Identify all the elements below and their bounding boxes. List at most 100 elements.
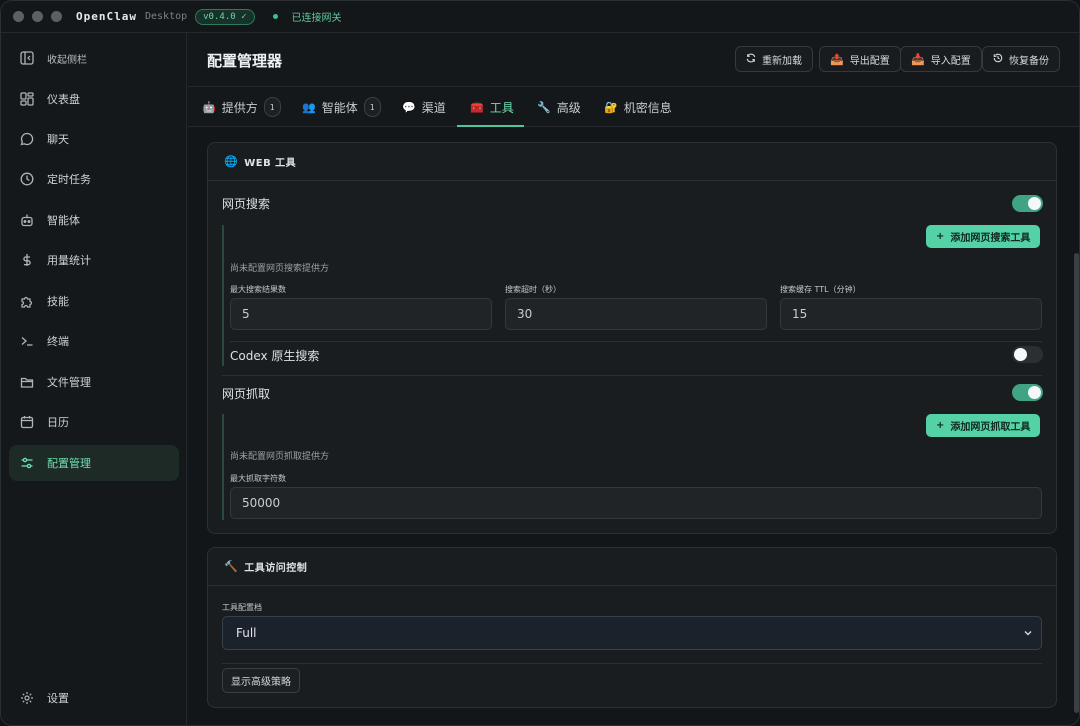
web-search-label: 网页搜索 (222, 197, 271, 211)
sidebar-item-config[interactable]: 配置管理 (9, 445, 179, 481)
sidebar-item-label: 配置管理 (47, 457, 91, 470)
sidebar-item-label: 技能 (47, 295, 69, 308)
sidebar-item-scheduled-tasks[interactable]: 定时任务 (9, 161, 179, 197)
tool-profile-label: 工具配置档 (222, 603, 262, 612)
reload-button[interactable]: 重新加载 (735, 46, 813, 72)
sliders-icon (19, 455, 35, 471)
toggle-knob (1014, 348, 1027, 361)
sidebar-item-terminal[interactable]: 终端 (9, 323, 179, 359)
sidebar-item-agents[interactable]: 智能体 (9, 202, 179, 238)
speech-bubble-icon: 💬 (402, 100, 416, 114)
access-control-title: 工具访问控制 (244, 563, 308, 574)
tab-content: 🌐 WEB 工具 网页搜索 + 添加网页搜索工具 尚未配置网页搜索提供方 最大搜… (188, 128, 1079, 725)
terminal-icon (19, 333, 35, 349)
puzzle-icon (19, 293, 35, 309)
chevron-down-icon (1023, 628, 1033, 641)
import-config-button[interactable]: 📥 导入配置 (900, 46, 982, 72)
web-fetch-empty-hint: 尚未配置网页抓取提供方 (230, 452, 330, 462)
web-search-toggle[interactable] (1012, 195, 1043, 212)
sidebar-item-calendar[interactable]: 日历 (9, 404, 179, 440)
tab-providers[interactable]: 🤖 提供方 1 (202, 87, 281, 127)
add-web-fetch-tool-button[interactable]: + 添加网页抓取工具 (926, 414, 1041, 437)
calendar-icon (19, 414, 35, 430)
app-window: OpenClaw Desktop v0.4.0 ✓ 已连接网关 收起侧栏 仪表盘… (0, 0, 1080, 726)
add-web-search-tool-button[interactable]: + 添加网页搜索工具 (926, 225, 1041, 248)
web-fetch-toggle[interactable] (1012, 384, 1043, 401)
tab-label: 高级 (556, 100, 581, 115)
tab-advanced[interactable]: 🔧 高级 (537, 87, 581, 127)
tab-label: 机密信息 (623, 100, 672, 115)
web-tools-card: 🌐 WEB 工具 网页搜索 + 添加网页搜索工具 尚未配置网页搜索提供方 最大搜… (207, 142, 1057, 534)
max-results-label: 最大搜索结果数 (230, 285, 286, 294)
sidebar-item-chat[interactable]: 聊天 (9, 121, 179, 157)
tab-channels[interactable]: 💬 渠道 (402, 87, 446, 127)
add-web-search-label: 添加网页搜索工具 (950, 233, 1031, 244)
max-results-input[interactable]: 5 (230, 298, 492, 330)
tab-label: 工具 (489, 100, 514, 115)
app-name: OpenClaw (76, 10, 137, 23)
chat-icon (19, 131, 35, 147)
gateway-status-text: 已连接网关 (291, 13, 342, 24)
dashboard-icon (19, 91, 35, 107)
sidebar: 收起侧栏 仪表盘 聊天 定时任务 智能体 用量统计 技能 终端 文件管理 日历 … (1, 33, 187, 725)
tab-tools[interactable]: 🧰 工具 (470, 87, 514, 127)
sidebar-item-usage[interactable]: 用量统计 (9, 242, 179, 278)
plus-icon: + (936, 231, 945, 242)
cache-ttl-input[interactable]: 15 (780, 298, 1042, 330)
tab-secrets[interactable]: 🔐 机密信息 (604, 87, 672, 127)
divider (222, 663, 1042, 664)
tab-label: 智能体 (321, 100, 358, 115)
tool-access-control-card: 🔨 工具访问控制 工具配置档 Full 显示高级策略 (207, 547, 1057, 708)
close-window-button[interactable] (13, 11, 24, 22)
config-tabs: 🤖 提供方 1 👥 智能体 1 💬 渠道 🧰 工具 🔧 高级 🔐 机密信息 (188, 87, 1079, 127)
minimize-window-button[interactable] (32, 11, 43, 22)
sidebar-item-label: 文件管理 (47, 376, 91, 389)
web-fetch-label: 网页抓取 (222, 387, 271, 401)
export-label: 导出配置 (849, 55, 890, 67)
sidebar-item-skills[interactable]: 技能 (9, 283, 179, 319)
robot-icon (19, 212, 35, 228)
tool-profile-value: Full (236, 626, 257, 640)
sidebar-item-label: 仪表盘 (47, 93, 80, 106)
export-config-button[interactable]: 📤 导出配置 (819, 46, 901, 72)
main-panel: 配置管理器 重新加载 📤 导出配置 📥 导入配置 恢复备份 🤖 提供方 1 👥 … (188, 33, 1079, 725)
sidebar-item-files[interactable]: 文件管理 (9, 364, 179, 400)
codex-native-search-toggle[interactable] (1012, 346, 1043, 363)
toolbox-icon: 🧰 (470, 100, 484, 114)
collapse-sidebar-icon (19, 50, 35, 66)
collapse-sidebar-label: 收起侧栏 (47, 54, 87, 66)
sidebar-item-settings[interactable]: 设置 (9, 680, 179, 716)
robot-emoji-icon: 🤖 (202, 100, 216, 114)
version-badge: v0.4.0 ✓ (195, 8, 255, 25)
folder-icon (19, 374, 35, 390)
history-icon (993, 53, 1003, 66)
max-fetch-chars-label: 最大抓取字符数 (230, 474, 286, 483)
search-timeout-input[interactable]: 30 (505, 298, 767, 330)
sidebar-item-label: 终端 (47, 335, 69, 348)
wrench-icon: 🔧 (537, 100, 551, 114)
content-scrollbar[interactable] (1074, 253, 1079, 713)
dollar-icon (19, 252, 35, 268)
refresh-icon (746, 53, 756, 66)
tab-agents[interactable]: 👥 智能体 1 (302, 87, 381, 127)
web-tools-header: 🌐 WEB 工具 (208, 143, 1056, 181)
tool-profile-select[interactable]: Full (222, 616, 1042, 650)
maximize-window-button[interactable] (51, 11, 62, 22)
web-tools-title: WEB 工具 (244, 158, 297, 169)
sidebar-item-label: 设置 (47, 692, 69, 705)
tab-label: 渠道 (421, 100, 446, 115)
restore-backup-button[interactable]: 恢复备份 (982, 46, 1060, 72)
max-fetch-chars-input[interactable]: 50000 (230, 487, 1042, 519)
people-emoji-icon: 👥 (302, 100, 316, 114)
web-search-empty-hint: 尚未配置网页搜索提供方 (230, 264, 330, 274)
show-advanced-policy-button[interactable]: 显示高级策略 (222, 668, 300, 693)
access-control-header: 🔨 工具访问控制 (208, 548, 1056, 586)
web-search-indent-line (222, 225, 224, 366)
search-timeout-label: 搜索超时（秒） (505, 285, 561, 294)
collapse-sidebar-button[interactable]: 收起侧栏 (9, 40, 179, 76)
toggle-knob (1028, 197, 1041, 210)
tab-count-badge: 1 (263, 97, 281, 117)
app-subtitle: Desktop (144, 11, 188, 22)
hammer-icon: 🔨 (224, 560, 239, 573)
sidebar-item-dashboard[interactable]: 仪表盘 (9, 81, 179, 117)
